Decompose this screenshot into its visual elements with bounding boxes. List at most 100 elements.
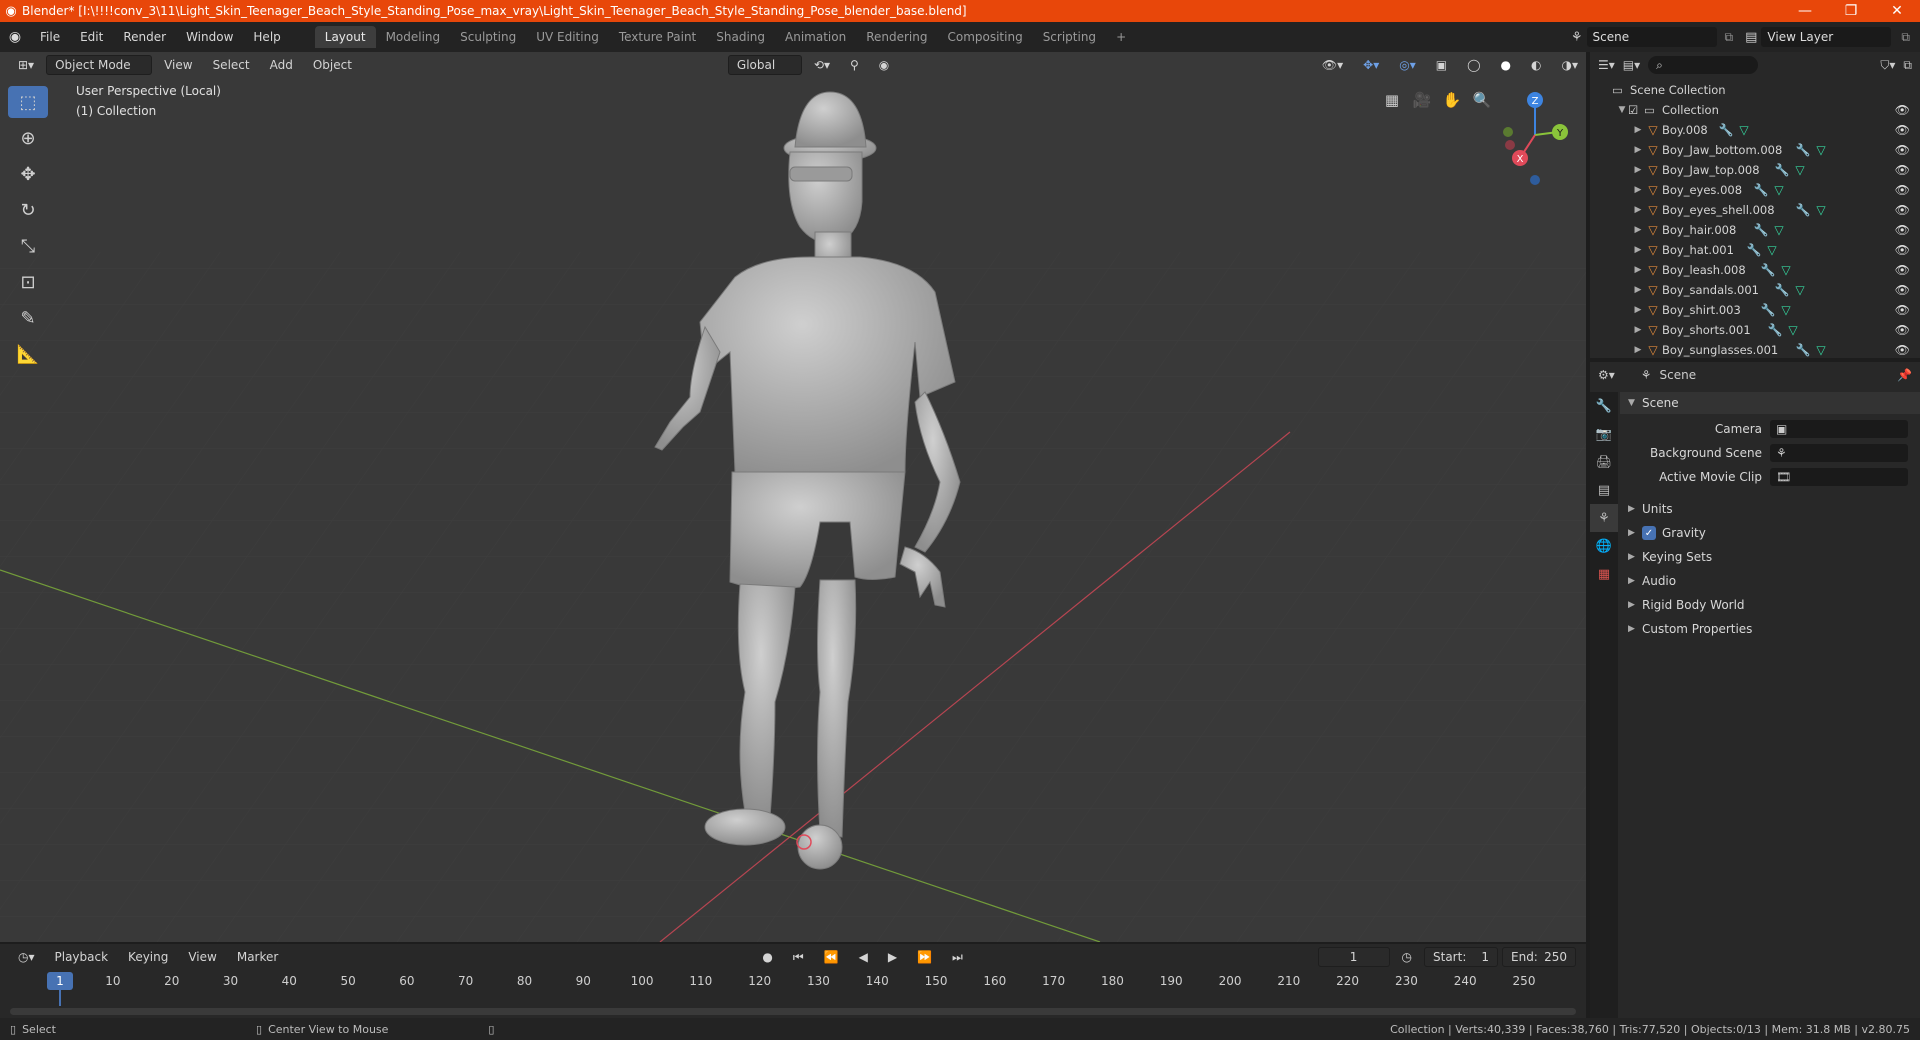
expand-item-icon[interactable]: ▶	[1632, 245, 1644, 255]
eye-icon[interactable]: 👁	[1895, 163, 1910, 177]
outliner-scene-collection[interactable]: ▭ Scene Collection	[1590, 80, 1920, 100]
menu-render[interactable]: Render	[113, 30, 176, 44]
expand-item-icon[interactable]: ▶	[1632, 285, 1644, 295]
eye-icon[interactable]: 👁	[1895, 283, 1910, 297]
snap-icon[interactable]: ⚲	[842, 56, 867, 74]
camera-field[interactable]: ▣	[1770, 420, 1908, 438]
blender-menu-icon[interactable]: ◉	[0, 29, 30, 45]
wireframe-shading-icon[interactable]: ◯	[1459, 56, 1488, 74]
eye-icon[interactable]: 👁	[1895, 263, 1910, 277]
active-movie-clip-field[interactable]: 🎞	[1770, 468, 1908, 486]
object-mode-dropdown[interactable]: Object Mode	[46, 55, 153, 75]
eye-icon[interactable]: 👁	[1895, 103, 1910, 117]
outliner-item[interactable]: ▶ ▽ Boy_hat.001 🔧 ▽ 👁	[1590, 240, 1920, 260]
expand-item-icon[interactable]: ▶	[1632, 165, 1644, 175]
material-shading-icon[interactable]: ◐	[1523, 56, 1549, 74]
outliner-item[interactable]: ▶ ▽ Boy_eyes_shell.008 🔧 ▽ 👁	[1590, 200, 1920, 220]
eye-icon[interactable]: 👁	[1895, 223, 1910, 237]
visibility-icon[interactable]: 👁▾	[1314, 56, 1351, 74]
tab-shading[interactable]: Shading	[706, 26, 775, 48]
tab-texture-paint[interactable]: Texture Paint	[609, 26, 706, 48]
tool-tab-icon[interactable]: 🔧	[1590, 392, 1618, 420]
xray-icon[interactable]: ▣	[1428, 56, 1455, 74]
eye-icon[interactable]: 👁	[1895, 123, 1910, 137]
expand-item-icon[interactable]: ▶	[1632, 145, 1644, 155]
tab-compositing[interactable]: Compositing	[937, 26, 1032, 48]
eye-icon[interactable]: 👁	[1895, 143, 1910, 157]
collection-checkbox-icon[interactable]: ☑	[1628, 103, 1644, 117]
keying-sets-panel-header[interactable]: ▶ Keying Sets	[1620, 546, 1920, 568]
orientation-dropdown[interactable]: Global	[727, 55, 802, 75]
annotate-tool-icon[interactable]: ✎	[8, 302, 48, 334]
expand-item-icon[interactable]: ▶	[1632, 345, 1644, 355]
pan-view-icon[interactable]: ✋	[1438, 86, 1466, 114]
timeline-ruler[interactable]: 1 10 20 30 40 50 60 70 80 90 100 110 120 130 140 150 160…	[0, 944, 1586, 1018]
eye-icon[interactable]: 👁	[1895, 183, 1910, 197]
editor-type-icon[interactable]: ⊞▾	[10, 56, 42, 74]
add-workspace-button[interactable]: +	[1106, 26, 1136, 48]
menu-window[interactable]: Window	[176, 30, 243, 44]
filter-icon[interactable]: ⛉▾	[1880, 58, 1895, 73]
scene-selector[interactable]: Scene	[1586, 27, 1717, 47]
select-menu[interactable]: Select	[205, 56, 258, 74]
cursor-tool-icon[interactable]: ⊕	[8, 122, 48, 154]
tab-animation[interactable]: Animation	[775, 26, 856, 48]
outliner-item[interactable]: ▶ ▽ Boy_shirt.003 🔧 ▽ 👁	[1590, 300, 1920, 320]
object-menu[interactable]: Object	[305, 56, 360, 74]
rendered-shading-icon[interactable]: ◑▾	[1554, 56, 1587, 74]
move-tool-icon[interactable]: ✥	[8, 158, 48, 190]
gizmo-toggle-icon[interactable]: ✥▾	[1355, 56, 1387, 74]
background-scene-field[interactable]: ⚘	[1770, 444, 1908, 462]
tab-uv-editing[interactable]: UV Editing	[526, 26, 609, 48]
add-menu[interactable]: Add	[262, 56, 301, 74]
view-layer-selector[interactable]: View Layer	[1761, 27, 1892, 47]
rotate-tool-icon[interactable]: ↻	[8, 194, 48, 226]
outliner-item[interactable]: ▶ ▽ Boy.008 🔧 ▽ 👁	[1590, 120, 1920, 140]
overlay-toggle-icon[interactable]: ◎▾	[1391, 56, 1424, 74]
3d-viewport[interactable]: ⊞▾ Object Mode View Select Add Object Gl…	[0, 52, 1586, 942]
expand-item-icon[interactable]: ▶	[1632, 325, 1644, 335]
world-tab-icon[interactable]: 🌐	[1590, 532, 1618, 560]
view-layer-tab-icon[interactable]: ▤	[1590, 476, 1618, 504]
eye-icon[interactable]: 👁	[1895, 323, 1910, 337]
menu-file[interactable]: File	[30, 30, 70, 44]
texture-tab-icon[interactable]: ▦	[1590, 560, 1618, 588]
pivot-icon[interactable]: ⟲▾	[806, 56, 838, 74]
outliner-item[interactable]: ▶ ▽ Boy_Jaw_bottom.008 🔧 ▽ 👁	[1590, 140, 1920, 160]
expand-item-icon[interactable]: ▶	[1632, 225, 1644, 235]
select-box-tool-icon[interactable]: ⬚	[8, 86, 48, 118]
minimize-button[interactable]: —	[1782, 3, 1828, 19]
measure-tool-icon[interactable]: 📐	[8, 338, 48, 370]
camera-view-icon[interactable]: 🎥	[1408, 86, 1436, 114]
custom-properties-panel-header[interactable]: ▶ Custom Properties	[1620, 618, 1920, 640]
new-scene-icon[interactable]: ⧉	[1717, 30, 1742, 45]
render-tab-icon[interactable]: 📷	[1590, 420, 1618, 448]
tab-sculpting[interactable]: Sculpting	[450, 26, 526, 48]
new-view-layer-icon[interactable]: ⧉	[1891, 30, 1920, 45]
outliner-item[interactable]: ▶ ▽ Boy_leash.008 🔧 ▽ 👁	[1590, 260, 1920, 280]
navigation-gizmo[interactable]: Z Y X	[1500, 80, 1580, 190]
zoom-view-icon[interactable]: 🔍	[1468, 86, 1496, 114]
expand-item-icon[interactable]: ▶	[1632, 185, 1644, 195]
solid-shading-icon[interactable]: ●	[1493, 56, 1519, 74]
eye-icon[interactable]: 👁	[1895, 303, 1910, 317]
gravity-checkbox[interactable]: ✓	[1642, 526, 1656, 540]
outliner-item[interactable]: ▶ ▽ Boy_sunglasses.001 🔧 ▽ 👁	[1590, 340, 1920, 360]
outliner-item[interactable]: ▶ ▽ Boy_Jaw_top.008 🔧 ▽ 👁	[1590, 160, 1920, 180]
eye-icon[interactable]: 👁	[1895, 243, 1910, 257]
proportional-edit-icon[interactable]: ◉	[871, 56, 897, 74]
scene-panel-header[interactable]: ▼ Scene	[1620, 392, 1920, 414]
timeline-scrollbar[interactable]	[10, 1008, 1576, 1015]
expand-item-icon[interactable]: ▶	[1632, 265, 1644, 275]
toggle-grid-view-icon[interactable]: ▦	[1378, 86, 1406, 114]
expand-item-icon[interactable]: ▶	[1632, 205, 1644, 215]
outliner-item[interactable]: ▶ ▽ Boy_shorts.001 🔧 ▽ 👁	[1590, 320, 1920, 340]
expand-item-icon[interactable]: ▶	[1632, 305, 1644, 315]
output-tab-icon[interactable]: 🖨	[1590, 448, 1618, 476]
menu-edit[interactable]: Edit	[70, 30, 113, 44]
close-button[interactable]: ✕	[1874, 3, 1920, 19]
view-menu[interactable]: View	[156, 56, 200, 74]
outliner-collection[interactable]: ▼ ☑ ▭ Collection 👁	[1590, 100, 1920, 120]
eye-icon[interactable]: 👁	[1895, 203, 1910, 217]
tab-layout[interactable]: Layout	[314, 26, 376, 48]
